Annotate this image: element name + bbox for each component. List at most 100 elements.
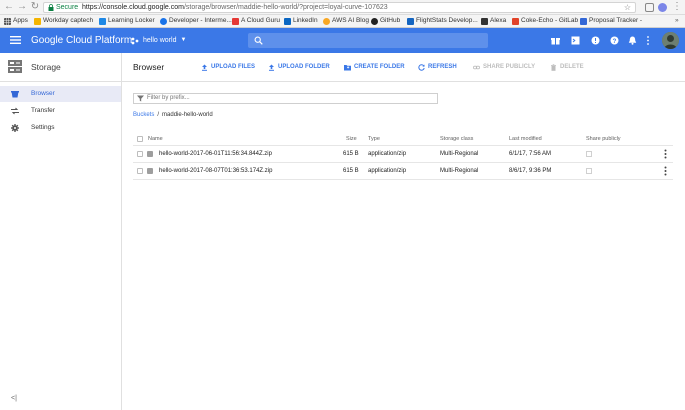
sidebar-header: Storage bbox=[0, 53, 121, 82]
share-publicly-button[interactable]: SHARE PUBLICLY bbox=[473, 53, 535, 81]
create-folder-button[interactable]: CREATE FOLDER bbox=[344, 53, 405, 81]
share-publicly-checkbox[interactable] bbox=[586, 168, 592, 174]
create-folder-label: CREATE FOLDER bbox=[354, 64, 405, 70]
refresh-button[interactable]: REFRESH bbox=[418, 53, 457, 81]
bookmark-item[interactable]: Coke-Echo - GitLab bbox=[512, 15, 578, 27]
github-icon bbox=[371, 17, 378, 25]
bucket-icon bbox=[11, 91, 19, 98]
bookmark-favicon-icon bbox=[323, 17, 330, 25]
column-header-name[interactable]: Name bbox=[148, 133, 163, 145]
bookmark-favicon-icon bbox=[580, 17, 587, 25]
object-last-modified: 6/1/17, 7:56 AM bbox=[509, 151, 552, 157]
collapse-sidebar-icon[interactable]: <| bbox=[11, 395, 17, 402]
apps-grid-icon bbox=[4, 17, 11, 25]
bookmark-label: FlightStats Develop... bbox=[416, 17, 478, 24]
cloud-shell-icon[interactable] bbox=[571, 36, 580, 45]
bookmark-item[interactable]: Learning Locker bbox=[99, 15, 155, 27]
bookmarks-overflow-icon[interactable]: » bbox=[675, 15, 679, 27]
bookmark-item[interactable]: GitHub bbox=[371, 15, 400, 27]
select-all-checkbox[interactable] bbox=[137, 136, 143, 142]
bookmark-item[interactable]: FlightStats Develop... bbox=[407, 15, 478, 27]
bookmark-item[interactable]: AWS AI Blog bbox=[323, 15, 369, 27]
notifications-icon[interactable] bbox=[628, 36, 637, 45]
share-publicly-checkbox[interactable] bbox=[586, 151, 592, 157]
page-title: Browser bbox=[133, 62, 165, 72]
column-header-storage-class[interactable]: Storage class bbox=[440, 133, 473, 145]
more-vert-icon[interactable] bbox=[664, 166, 667, 176]
row-checkbox[interactable] bbox=[137, 151, 143, 157]
link-icon bbox=[473, 65, 480, 69]
bookmark-favicon-icon bbox=[99, 17, 106, 25]
upload-folder-label: UPLOAD FOLDER bbox=[278, 64, 330, 70]
object-size: 615 B bbox=[343, 168, 359, 174]
menu-dots-icon[interactable]: ⋮ bbox=[672, 2, 682, 12]
linkedin-icon bbox=[284, 17, 291, 25]
bookmark-item[interactable]: Alexa bbox=[481, 15, 506, 27]
product-title[interactable]: Google Cloud Platform bbox=[31, 28, 132, 53]
upload-icon bbox=[202, 64, 207, 71]
browser-toolbar: ← → ↻ Secure https://console.cloud.googl… bbox=[0, 0, 685, 15]
delete-label: DELETE bbox=[560, 64, 584, 70]
breadcrumb-buckets-link[interactable]: Buckets bbox=[133, 112, 154, 118]
sidebar-item-label: Transfer bbox=[31, 107, 55, 114]
bookmark-label: LinkedIn bbox=[293, 17, 318, 24]
bookmark-apps[interactable]: Apps bbox=[4, 15, 28, 27]
avatar-image-icon bbox=[662, 32, 679, 49]
project-selector[interactable]: hello world ▼ bbox=[131, 28, 186, 53]
search-icon bbox=[254, 36, 263, 45]
extension-icon[interactable] bbox=[658, 3, 667, 12]
back-icon[interactable]: ← bbox=[4, 2, 14, 12]
sidebar-item-transfer[interactable]: Transfer bbox=[0, 103, 121, 119]
delete-button[interactable]: DELETE bbox=[550, 53, 584, 81]
sidebar-item-label: Browser bbox=[31, 90, 55, 97]
file-icon bbox=[147, 151, 153, 157]
gift-icon[interactable] bbox=[551, 36, 560, 45]
action-toolbar: Browser UPLOAD FILES UPLOAD FOLDER CREAT… bbox=[122, 53, 685, 82]
more-vert-icon[interactable] bbox=[646, 36, 650, 45]
object-name-link[interactable]: hello-world-2017-08-07T01:36:53.174Z.zip bbox=[159, 163, 272, 179]
bookmark-favicon-icon bbox=[34, 17, 41, 25]
reload-icon[interactable]: ↻ bbox=[30, 2, 40, 12]
refresh-label: REFRESH bbox=[428, 64, 457, 70]
bookmark-item[interactable]: A Cloud Guru bbox=[232, 15, 280, 27]
bookmark-item[interactable]: LinkedIn bbox=[284, 15, 318, 27]
breadcrumb: Buckets / maddie-hello-world bbox=[133, 110, 213, 120]
upload-files-button[interactable]: UPLOAD FILES bbox=[201, 53, 255, 81]
row-checkbox[interactable] bbox=[137, 168, 143, 174]
chevron-down-icon: ▼ bbox=[180, 37, 187, 43]
app-header: Google Cloud Platform hello world ▼ ? bbox=[0, 28, 685, 53]
bookmark-label: Learning Locker bbox=[108, 17, 155, 24]
address-bar[interactable]: Secure https://console.cloud.google.com/… bbox=[43, 2, 636, 13]
hamburger-menu-icon[interactable] bbox=[10, 35, 21, 45]
bookmark-star-icon[interactable]: ☆ bbox=[624, 3, 631, 12]
bookmark-label: Coke-Echo - GitLab bbox=[521, 17, 579, 24]
help-icon[interactable]: ? bbox=[610, 36, 619, 45]
feedback-icon[interactable] bbox=[591, 36, 600, 45]
more-vert-icon[interactable] bbox=[664, 149, 667, 159]
column-header-last-modified[interactable]: Last modified bbox=[509, 133, 542, 145]
upload-folder-button[interactable]: UPLOAD FOLDER bbox=[268, 53, 330, 81]
column-header-type[interactable]: Type bbox=[368, 133, 380, 145]
sidebar-item-browser[interactable]: Browser bbox=[0, 86, 121, 102]
avatar[interactable] bbox=[662, 32, 679, 49]
forward-icon[interactable]: → bbox=[17, 2, 27, 12]
upload-files-label: UPLOAD FILES bbox=[211, 64, 256, 70]
sidebar-item-settings[interactable]: Settings bbox=[0, 120, 121, 136]
main-content: Browser UPLOAD FILES UPLOAD FOLDER CREAT… bbox=[122, 53, 685, 410]
column-header-size[interactable]: Size bbox=[346, 133, 357, 145]
sidebar: Storage Browser Transfer Settings <| bbox=[0, 53, 122, 410]
create-folder-icon bbox=[344, 64, 351, 70]
trash-icon bbox=[551, 63, 556, 71]
bookmark-label: Developer - Interme... bbox=[169, 17, 232, 24]
search-input[interactable] bbox=[248, 33, 488, 48]
table-row[interactable]: hello-world-2017-08-07T01:36:53.174Z.zip… bbox=[133, 163, 673, 180]
bookmark-label: Workday captech bbox=[43, 17, 94, 24]
bookmark-item[interactable]: Proposal Tracker - bbox=[580, 15, 642, 27]
filter-input[interactable]: Filter by prefix... bbox=[133, 93, 438, 104]
table-row[interactable]: hello-world-2017-06-01T11:56:34.844Z.zip… bbox=[133, 146, 673, 163]
object-type: application/zip bbox=[368, 151, 407, 157]
object-name-link[interactable]: hello-world-2017-06-01T11:56:34.844Z.zip bbox=[159, 146, 272, 162]
extension-icon[interactable] bbox=[645, 3, 654, 12]
bookmark-item[interactable]: Developer - Interme... bbox=[160, 15, 232, 27]
bookmark-item[interactable]: Workday captech bbox=[34, 15, 93, 27]
